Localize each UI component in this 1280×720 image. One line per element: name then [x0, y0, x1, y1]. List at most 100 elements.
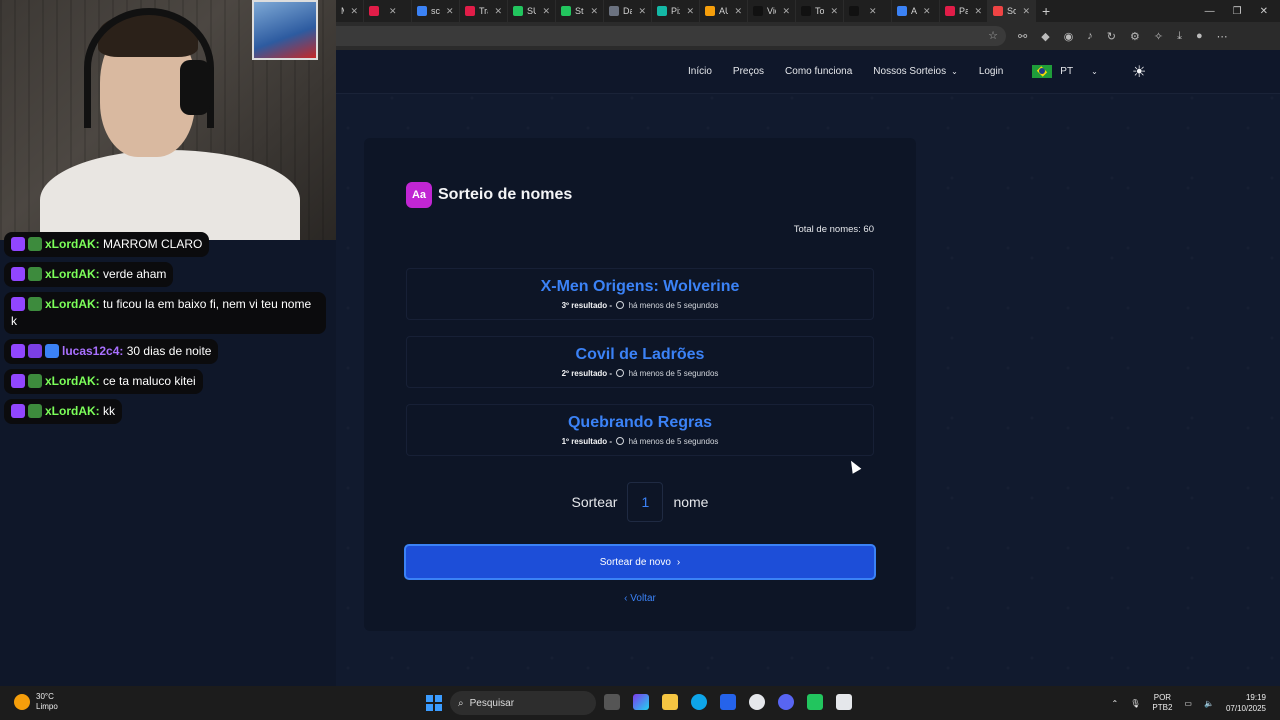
weather-widget[interactable]: 30°C Limpo [14, 692, 58, 712]
nav-nossos-sorteios[interactable]: Nossos Sorteios ⌄ [873, 66, 958, 77]
result-meta: 2º resultado - há menos de 5 segundos [407, 369, 873, 378]
language-indicator[interactable]: POR PTB2 [1152, 693, 1172, 713]
close-tab-icon[interactable]: ✕ [830, 6, 838, 17]
new-tab-button[interactable]: + [1036, 3, 1056, 19]
chat-message-row: lucas12c4: 30 dias de noite [4, 339, 336, 369]
browser-tab[interactable]: Dashb ✕ [604, 0, 652, 22]
notepad-icon[interactable] [836, 694, 852, 710]
close-tab-icon[interactable]: ✕ [389, 6, 397, 17]
nome-label: nome [673, 494, 709, 510]
close-tab-icon[interactable]: ✕ [686, 6, 694, 17]
nav-precos[interactable]: Preços [733, 66, 764, 77]
copilot-icon[interactable] [633, 694, 649, 710]
webcam-overlay [0, 0, 336, 240]
crown-badge-icon [45, 344, 59, 358]
browser-extension-icon[interactable]: ⚯ [1018, 30, 1027, 43]
browser-tab[interactable]: Painel ✕ [940, 0, 988, 22]
language-selector[interactable]: PT ⌄ [1032, 65, 1098, 78]
close-tab-icon[interactable]: ✕ [638, 6, 646, 17]
tab-label: Sortei [1007, 6, 1016, 16]
clock[interactable]: 19:19 07/10/2025 [1226, 692, 1266, 714]
browser-tab[interactable]: ✕ [844, 0, 892, 22]
back-link[interactable]: ‹ Voltar [364, 593, 916, 604]
draw-again-label: Sortear de novo [599, 556, 671, 568]
browser-tab[interactable]: sc ✕ [412, 0, 460, 22]
browser-extension-icon[interactable]: ● [1196, 30, 1203, 43]
chevron-up-icon[interactable]: ⌃ [1112, 699, 1119, 708]
browser-extension-icon[interactable]: ⚙ [1130, 30, 1140, 43]
browser-extension-icon[interactable]: ◆ [1041, 30, 1049, 43]
sortear-label: Sortear [571, 494, 618, 510]
chat-username[interactable]: xLordAK: [45, 297, 100, 311]
restore-icon[interactable]: ❐ [1233, 6, 1242, 17]
browser-tab[interactable]: Tornar ✕ [796, 0, 844, 22]
chat-username[interactable]: xLordAK: [45, 374, 100, 388]
result-card: X-Men Origens: Wolverine 3º resultado - … [406, 268, 874, 320]
browser-tab[interactable]: Sortei ✕ [988, 0, 1036, 22]
tab-label: SUPER [527, 6, 536, 16]
nav-login[interactable]: Login [979, 66, 1003, 77]
chat-username[interactable]: xLordAK: [45, 237, 100, 251]
close-tab-icon[interactable]: ✕ [869, 6, 877, 17]
twitch-badge-icon [11, 237, 25, 251]
network-icon[interactable]: ▭ [1184, 699, 1192, 708]
nav-como-funciona[interactable]: Como funciona [785, 66, 852, 77]
close-tab-icon[interactable]: ✕ [974, 6, 982, 17]
chat-username[interactable]: xLordAK: [45, 267, 100, 281]
stream-chat: xLordAK: MARROM CLARO xLordAK: verde aham… [4, 232, 336, 429]
theme-toggle-sun-icon[interactable]: ☀ [1132, 62, 1146, 82]
browser-extension-icon[interactable]: ⤓ [1177, 30, 1182, 43]
browser-tab[interactable]: ✕ [364, 0, 412, 22]
close-tab-icon[interactable]: ✕ [1022, 6, 1030, 17]
browser-tab[interactable]: PixGG ✕ [652, 0, 700, 22]
close-tab-icon[interactable]: ✕ [350, 6, 358, 17]
close-tab-icon[interactable]: ✕ [782, 6, 790, 17]
xbox-icon[interactable] [807, 694, 823, 710]
close-tab-icon[interactable]: ✕ [494, 6, 502, 17]
minimize-icon[interactable]: — [1205, 6, 1215, 17]
result-time: há menos de 5 segundos [628, 301, 719, 310]
edge-icon[interactable] [691, 694, 707, 710]
browser-tab[interactable]: SUPER ✕ [508, 0, 556, 22]
browser-tab[interactable]: M✕ [336, 0, 364, 22]
browser-tab[interactable]: Transm ✕ [460, 0, 508, 22]
discord-icon[interactable] [778, 694, 794, 710]
close-icon[interactable]: ✕ [1260, 6, 1268, 17]
chat-username[interactable]: lucas12c4: [62, 344, 123, 358]
browser-extension-icon[interactable]: ↻ [1107, 30, 1116, 43]
windows-start-icon[interactable] [426, 695, 442, 711]
close-tab-icon[interactable]: ✕ [542, 6, 550, 17]
store-icon[interactable] [720, 694, 736, 710]
close-tab-icon[interactable]: ✕ [734, 6, 742, 17]
chat-username[interactable]: xLordAK: [45, 404, 100, 418]
browser-extension-icon[interactable]: ⋯ [1217, 30, 1228, 43]
tab-favicon-icon [897, 6, 907, 16]
close-tab-icon[interactable]: ✕ [923, 6, 931, 17]
chat-text: MARROM CLARO [103, 237, 203, 251]
chat-message-row: xLordAK: MARROM CLARO [4, 232, 336, 262]
microphone-icon[interactable]: 🎙 [1130, 699, 1140, 708]
browser-extension-icon[interactable]: ✧ [1154, 30, 1163, 43]
quantity-input[interactable]: 1 [627, 482, 664, 522]
browser-tab[interactable]: AURA ✕ [700, 0, 748, 22]
bookmark-star-icon[interactable]: ☆ [988, 29, 998, 42]
tab-label: Tornar [815, 6, 825, 16]
file-explorer-icon[interactable] [662, 694, 678, 710]
browser-extension-icon[interactable]: ♪ [1087, 30, 1093, 43]
chrome-icon[interactable] [749, 694, 765, 710]
browser-tab[interactable]: A ✕ [892, 0, 940, 22]
draw-again-button[interactable]: Sortear de novo › [404, 544, 876, 580]
taskbar-search[interactable]: ⌕ Pesquisar [450, 691, 596, 715]
volume-icon[interactable]: 🔈 [1204, 699, 1214, 708]
chat-message: lucas12c4: 30 dias de noite [4, 339, 219, 364]
tab-label: Video [767, 6, 776, 16]
browser-tab[interactable]: Video ✕ [748, 0, 796, 22]
nav-inicio[interactable]: Início [688, 66, 712, 77]
twitch-badge-icon [11, 404, 25, 418]
close-tab-icon[interactable]: ✕ [590, 6, 598, 17]
browser-tab[interactable]: Stream ✕ [556, 0, 604, 22]
url-field[interactable]: ☆ [336, 26, 1006, 46]
task-view-icon[interactable] [604, 694, 620, 710]
browser-extension-icon[interactable]: ◉ [1064, 30, 1074, 43]
close-tab-icon[interactable]: ✕ [446, 6, 454, 17]
